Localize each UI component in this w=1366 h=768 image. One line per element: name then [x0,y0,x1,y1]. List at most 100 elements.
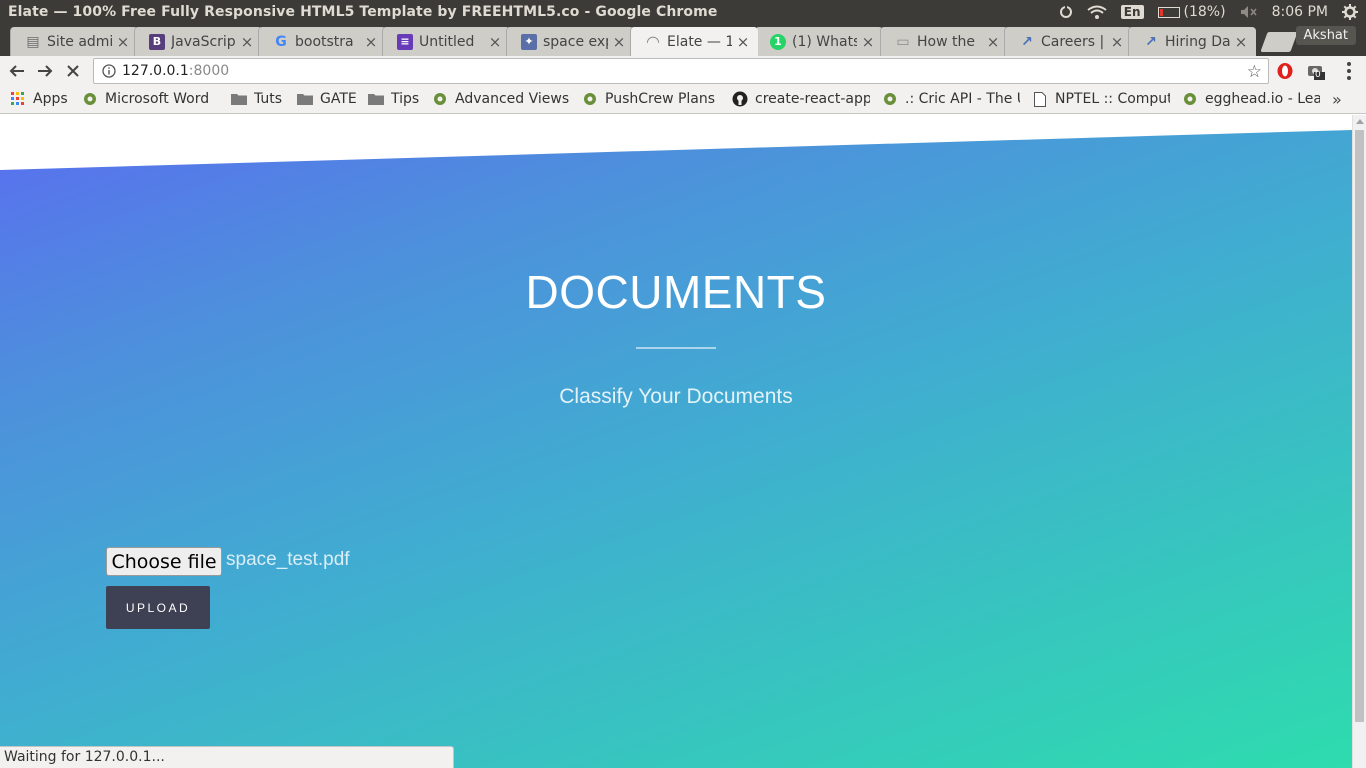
camera-extension-icon[interactable]: 0 [1307,62,1325,80]
scroll-thumb[interactable] [1355,130,1364,722]
page-icon: ▭ [896,33,910,50]
site-icon [882,91,898,107]
bookmark-label: Apps [33,91,68,107]
page-title: DOCUMENTS [525,266,827,318]
bookmark-label: Microsoft Word [105,91,210,107]
tab-close-icon[interactable]: × [240,33,254,51]
folder-icon [297,91,313,107]
keyboard-language-indicator[interactable]: En [1120,5,1144,19]
scroll-up-arrow-icon[interactable] [1356,119,1364,124]
apps-grid-icon [10,91,26,107]
folder-icon [231,91,247,107]
clock[interactable]: 8:06 PM [1272,4,1328,20]
address-bar[interactable]: 127.0.0.1:8000 ☆ [93,58,1269,84]
tab-how-the[interactable]: ▭ How the × [880,27,1008,56]
back-arrow-icon [9,65,24,77]
tab-javascript[interactable]: B JavaScrip × [134,27,262,56]
bookmark-gate-folder[interactable]: GATE [297,91,363,107]
profile-button[interactable]: Akshat [1295,26,1356,45]
bookmark-pushcrew-plans[interactable]: PushCrew Plans [582,91,718,107]
forward-button[interactable] [34,60,56,82]
tab-label: (1) Whats [792,33,857,50]
battery-percent: (18%) [1183,4,1226,20]
window-title: Elate — 100% Free Fully Responsive HTML5… [8,4,718,20]
tab-close-icon[interactable]: × [364,33,378,51]
tab-label: Elate — 1 [667,33,732,50]
github-icon [732,91,748,107]
tab-site-admin[interactable]: ▤ Site admi × [10,27,138,56]
bookmark-egghead[interactable]: egghead.io - Lea [1182,91,1320,107]
url-host: 127.0.0.1 [122,63,189,79]
bookmark-tuts-folder[interactable]: Tuts [231,91,291,107]
close-x-icon [67,65,79,77]
bookmark-advanced-views[interactable]: Advanced Views [432,91,570,107]
bookmark-tips-folder[interactable]: Tips [368,91,426,107]
bookmark-label: Tips [391,91,420,107]
chart-icon: ↗ [1021,33,1033,50]
tab-label: JavaScrip [171,33,236,50]
tab-label: bootstra [295,33,354,50]
bookmark-label: create-react-app [755,91,870,107]
tab-close-icon[interactable]: × [986,33,1000,51]
bookmark-label: GATE [320,91,357,107]
page-icon [1032,91,1048,107]
forms-icon: ≡ [397,33,413,50]
site-icon [82,91,98,107]
tab-close-icon[interactable]: × [1110,33,1124,51]
bookmark-label: .: Cric API - The U [905,91,1020,107]
selected-file-name: space_test.pdf [226,549,350,570]
bookmarks-overflow-chevron-icon[interactable]: » [1332,90,1342,109]
battery-icon [1157,6,1180,18]
tab-close-icon[interactable]: × [861,33,875,51]
battery-level-fill [1159,8,1164,16]
bookmark-label: Advanced Views [455,91,570,107]
upload-button[interactable]: UPLOAD [106,586,210,629]
page-scrollbar[interactable] [1352,115,1366,768]
bookmark-cric-api[interactable]: .: Cric API - The U [882,91,1020,107]
forward-arrow-icon [38,65,53,77]
bookmark-label: PushCrew Plans [605,91,716,107]
bootstrap-icon: B [149,33,165,50]
bookmark-nptel[interactable]: NPTEL :: Comput [1032,91,1170,107]
folder-icon [368,91,384,107]
tab-whatsapp[interactable]: 1 (1) Whats × [755,27,883,56]
tab-bootstrap[interactable]: Gbootstra × [258,27,386,56]
volume-muted-icon[interactable] [1240,5,1258,19]
tab-close-icon[interactable]: × [488,33,502,51]
bookmark-create-react-app[interactable]: create-react-app [732,91,870,107]
tab-close-icon[interactable]: × [612,33,626,51]
bookmark-microsoft-word[interactable]: Microsoft Word [82,91,216,107]
tab-close-icon[interactable]: × [1234,33,1248,51]
title-divider [636,347,716,349]
opera-extension-icon[interactable] [1276,62,1294,80]
bookmarks-bar: Apps Microsoft Word Tuts GATE Tips Advan… [0,86,1366,114]
tab-elate[interactable]: ◠ Elate — 1 × [630,27,758,56]
info-icon[interactable] [102,64,116,78]
stop-loading-button[interactable] [62,60,84,82]
site-icon [1182,91,1198,107]
tab-close-icon[interactable]: × [736,33,750,51]
bookmark-label: Tuts [254,91,283,107]
tab-untitled[interactable]: ≡ Untitled × [382,27,510,56]
settings-gear-icon[interactable] [1342,4,1358,20]
space-icon: ✦ [521,33,537,50]
bookmark-label: egghead.io - Lea [1205,91,1320,107]
sync-icon[interactable] [1059,5,1073,19]
wifi-icon[interactable] [1087,5,1107,19]
tab-careers[interactable]: ↗ Careers | × [1004,27,1132,56]
chart-icon: ↗ [1145,33,1157,50]
choose-file-button[interactable]: Choose file [106,547,222,576]
document-icon: ▤ [26,33,40,50]
back-button[interactable] [6,60,28,82]
header-angle-divider [0,115,1352,170]
bookmark-apps[interactable]: Apps [10,91,80,107]
os-top-panel: Elate — 100% Free Fully Responsive HTML5… [0,0,1366,24]
tab-label: Untitled [419,33,475,50]
tab-close-icon[interactable]: × [116,33,130,51]
browser-menu-button[interactable] [1340,60,1358,82]
tab-space-explorer[interactable]: ✦ space exp × [506,27,634,56]
new-tab-button[interactable] [1260,32,1298,52]
tab-hiring-data[interactable]: ↗ Hiring Da × [1128,27,1256,56]
bookmark-star-icon[interactable]: ☆ [1247,62,1262,82]
battery-indicator[interactable]: (18%) [1157,4,1226,20]
